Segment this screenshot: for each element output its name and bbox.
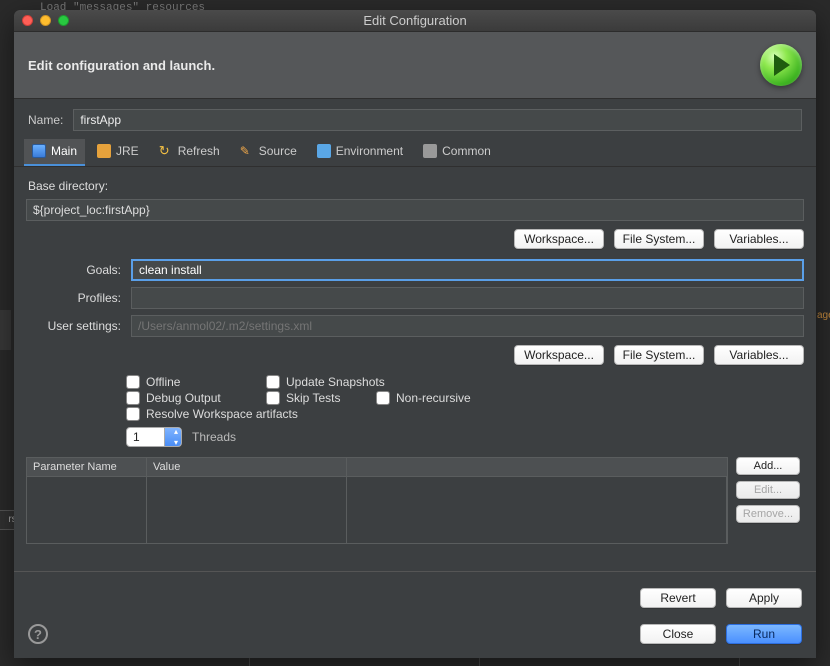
debug-output-checkbox[interactable]: Debug Output [126,391,246,405]
skip-tests-checkbox[interactable]: Skip Tests [266,391,356,405]
close-button[interactable]: Close [640,624,716,644]
run-icon [760,44,802,86]
checkbox-icon [266,391,280,405]
non-recursive-checkbox[interactable]: Non-recursive [376,391,496,405]
checkbox-icon [126,391,140,405]
parameters-table[interactable]: Parameter Name Value [26,457,728,544]
tab-environment[interactable]: Environment [309,139,411,166]
background-gutter [0,310,11,350]
checkbox-icon [126,375,140,389]
main-tab-icon [32,144,46,158]
filesystem-button-1[interactable]: File System... [614,229,704,249]
minimize-window-icon[interactable] [40,15,51,26]
environment-tab-icon [317,144,331,158]
variables-button-2[interactable]: Variables... [714,345,804,365]
run-button[interactable]: Run [726,624,802,644]
workspace-button-2[interactable]: Workspace... [514,345,604,365]
threads-label: Threads [192,430,236,444]
tab-bar: Main JRE Refresh Source Environment Comm… [14,139,816,167]
titlebar[interactable]: Edit Configuration [14,10,816,32]
user-settings-input[interactable] [131,315,804,337]
resolve-workspace-checkbox[interactable]: Resolve Workspace artifacts [126,407,346,421]
edit-configuration-dialog: Edit Configuration Edit configuration an… [14,10,816,658]
profiles-label: Profiles: [26,291,121,305]
background-right: age [817,310,830,330]
offline-checkbox[interactable]: Offline [126,375,246,389]
filesystem-button-2[interactable]: File System... [614,345,704,365]
tab-refresh[interactable]: Refresh [151,139,228,166]
base-directory-label: Base directory: [26,175,804,199]
profiles-input[interactable] [131,287,804,309]
goals-label: Goals: [26,263,121,277]
user-settings-label: User settings: [26,319,121,333]
jre-tab-icon [97,144,111,158]
col-parameter-name[interactable]: Parameter Name [27,458,147,476]
common-tab-icon [423,144,437,158]
variables-button-1[interactable]: Variables... [714,229,804,249]
edit-param-button: Edit... [736,481,800,499]
dialog-subtitle: Edit configuration and launch. [28,58,215,73]
threads-stepper[interactable]: ▴1 [126,427,182,447]
tab-jre[interactable]: JRE [89,139,147,166]
revert-button[interactable]: Revert [640,588,716,608]
zoom-window-icon[interactable] [58,15,69,26]
checkbox-icon [376,391,390,405]
dialog-title: Edit Configuration [14,13,816,28]
help-icon[interactable]: ? [28,624,48,644]
source-tab-icon [240,144,254,158]
name-label: Name: [28,113,63,127]
refresh-tab-icon [159,144,173,158]
base-directory-input[interactable] [26,199,804,221]
col-spacer [347,458,727,476]
col-value[interactable]: Value [147,458,347,476]
goals-input[interactable] [131,259,804,281]
tab-main[interactable]: Main [24,139,85,166]
tab-source[interactable]: Source [232,139,305,166]
workspace-button-1[interactable]: Workspace... [514,229,604,249]
add-param-button[interactable]: Add... [736,457,800,475]
checkbox-icon [266,375,280,389]
dialog-header: Edit configuration and launch. [14,32,816,99]
main-tab-pane: Base directory: Workspace... File System… [14,167,816,565]
update-snapshots-checkbox[interactable]: Update Snapshots [266,375,386,389]
remove-param-button: Remove... [736,505,800,523]
name-input[interactable] [73,109,802,131]
apply-button[interactable]: Apply [726,588,802,608]
close-window-icon[interactable] [22,15,33,26]
tab-common[interactable]: Common [415,139,499,166]
checkbox-icon [126,407,140,421]
